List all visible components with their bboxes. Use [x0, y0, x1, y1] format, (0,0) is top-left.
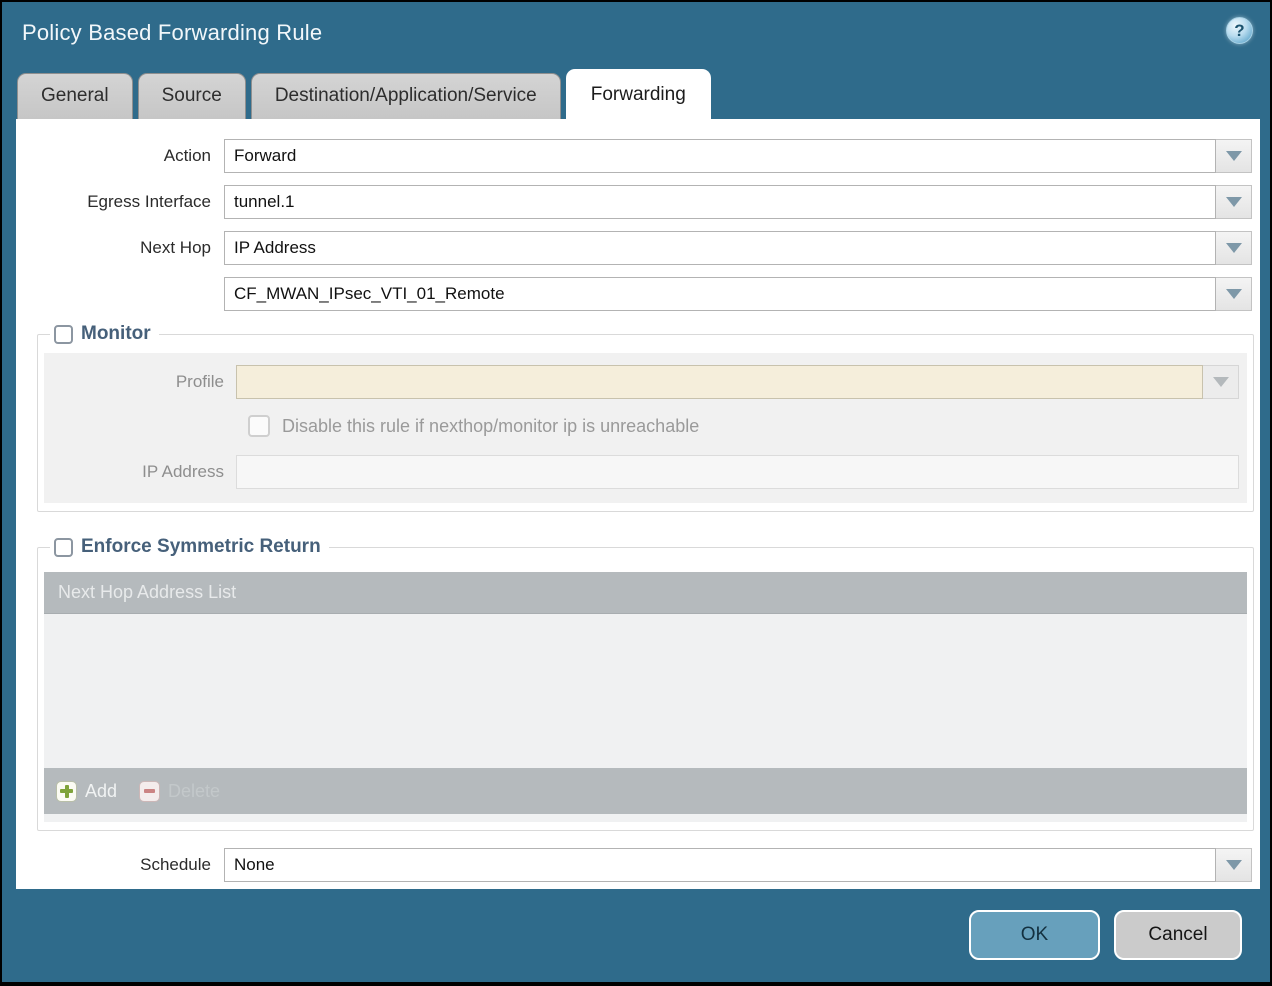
cancel-button[interactable]: Cancel: [1114, 910, 1242, 960]
monitor-ip-address-label: IP Address: [44, 462, 236, 482]
help-icon[interactable]: ?: [1226, 17, 1253, 44]
chevron-down-icon: [1226, 151, 1242, 161]
disable-rule-checkbox: [248, 415, 270, 437]
schedule-combo: [224, 848, 1252, 882]
schedule-label: Schedule: [16, 855, 224, 875]
add-button[interactable]: Add: [56, 781, 117, 802]
action-dropdown-button[interactable]: [1216, 139, 1252, 173]
tab-source[interactable]: Source: [138, 73, 246, 119]
tab-strip: General Source Destination/Application/S…: [17, 68, 1256, 119]
enforce-symmetric-return-legend: Enforce Symmetric Return: [50, 536, 329, 558]
next-hop-address-list-column-header: Next Hop Address List: [58, 582, 236, 603]
monitor-checkbox[interactable]: [54, 325, 73, 344]
egress-interface-input[interactable]: [224, 185, 1216, 219]
disable-rule-row: Disable this rule if nexthop/monitor ip …: [248, 415, 1239, 437]
egress-interface-combo: [224, 185, 1252, 219]
tab-destination-application-service[interactable]: Destination/Application/Service: [251, 73, 561, 119]
delete-button-label: Delete: [168, 781, 220, 802]
tab-forwarding[interactable]: Forwarding: [566, 69, 711, 119]
minus-icon: [139, 781, 160, 802]
next-hop-row: Next Hop: [16, 231, 1252, 265]
plus-icon: [56, 781, 77, 802]
next-hop-label: Next Hop: [16, 238, 224, 258]
chevron-down-icon: [1226, 860, 1242, 870]
grid-bottom-strip: [44, 814, 1247, 822]
next-hop-address-row: [16, 277, 1252, 311]
monitor-legend-label: Monitor: [81, 323, 151, 345]
enforce-symmetric-return-fieldset: Enforce Symmetric Return Next Hop Addres…: [37, 536, 1254, 831]
forwarding-tab-panel: Action Egress Interface Next Hop: [16, 119, 1260, 889]
next-hop-address-input[interactable]: [224, 277, 1216, 311]
tab-general[interactable]: General: [17, 73, 133, 119]
enforce-symmetric-return-legend-label: Enforce Symmetric Return: [81, 536, 321, 558]
schedule-input[interactable]: [224, 848, 1216, 882]
grid-toolbar: Add Delete: [44, 768, 1247, 814]
enforce-symmetric-return-checkbox[interactable]: [54, 538, 73, 557]
schedule-row: Schedule: [16, 848, 1252, 882]
profile-input: [236, 365, 1203, 399]
profile-label: Profile: [44, 372, 236, 392]
next-hop-combo: [224, 231, 1252, 265]
grid-header: Next Hop Address List: [44, 572, 1247, 614]
disable-rule-label: Disable this rule if nexthop/monitor ip …: [282, 416, 699, 437]
chevron-down-icon: [1213, 377, 1229, 387]
action-row: Action: [16, 139, 1252, 173]
next-hop-address-list-grid: Next Hop Address List Add Delete: [44, 572, 1247, 822]
profile-dropdown-button: [1203, 365, 1239, 399]
chevron-down-icon: [1226, 243, 1242, 253]
profile-row: Profile: [44, 365, 1239, 399]
delete-button: Delete: [139, 781, 220, 802]
dialog-button-bar: OK Cancel: [969, 910, 1242, 960]
grid-body-empty: [44, 614, 1247, 768]
action-input[interactable]: [224, 139, 1216, 173]
chevron-down-icon: [1226, 289, 1242, 299]
next-hop-dropdown-button[interactable]: [1216, 231, 1252, 265]
action-label: Action: [16, 146, 224, 166]
add-button-label: Add: [85, 781, 117, 802]
schedule-dropdown-button[interactable]: [1216, 848, 1252, 882]
action-combo: [224, 139, 1252, 173]
monitor-ip-address-input: [236, 455, 1239, 489]
next-hop-address-combo: [224, 277, 1252, 311]
monitor-ip-address-row: IP Address: [44, 455, 1239, 489]
policy-based-forwarding-dialog: Policy Based Forwarding Rule ? General S…: [2, 2, 1270, 982]
monitor-panel: Profile Disable this rule if nexthop/mon…: [44, 353, 1247, 503]
next-hop-address-dropdown-button[interactable]: [1216, 277, 1252, 311]
egress-interface-label: Egress Interface: [16, 192, 224, 212]
chevron-down-icon: [1226, 197, 1242, 207]
dialog-title: Policy Based Forwarding Rule: [22, 20, 322, 46]
ok-button[interactable]: OK: [969, 910, 1100, 960]
egress-interface-dropdown-button[interactable]: [1216, 185, 1252, 219]
title-bar: Policy Based Forwarding Rule ?: [2, 2, 1270, 68]
egress-interface-row: Egress Interface: [16, 185, 1252, 219]
monitor-fieldset: Monitor Profile Disable this rule if nex…: [37, 323, 1254, 512]
next-hop-type-input[interactable]: [224, 231, 1216, 265]
monitor-legend: Monitor: [50, 323, 159, 345]
